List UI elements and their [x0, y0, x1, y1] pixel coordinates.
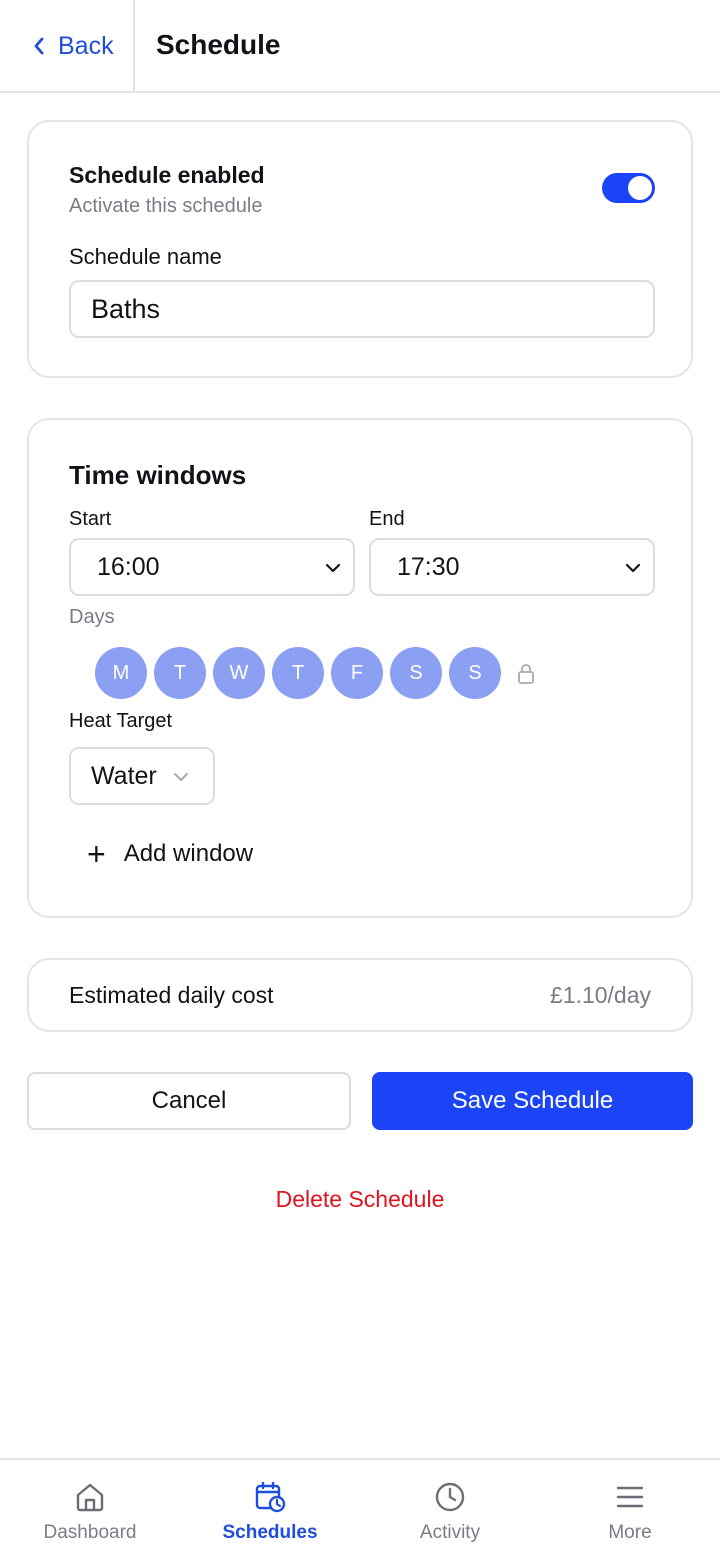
page-title: Schedule: [156, 29, 281, 60]
cost-value: £1.10/day: [549, 982, 651, 1008]
home-icon: [76, 1483, 104, 1512]
menu-icon: [616, 1486, 644, 1508]
back-label: Back: [58, 31, 114, 60]
schedule-enabled-title: Schedule enabled: [69, 162, 265, 188]
start-label: Start: [69, 508, 112, 530]
day-chip-tuesday[interactable]: T: [154, 647, 206, 699]
calendar-clock-icon: [255, 1481, 286, 1513]
delete-schedule-button[interactable]: Delete Schedule: [0, 1186, 720, 1213]
schedule-name-label: Schedule name: [69, 244, 222, 269]
save-schedule-button[interactable]: Save Schedule: [372, 1072, 693, 1130]
nav-label-dashboard: Dashboard: [43, 1522, 137, 1543]
start-time-value: 16:00: [97, 552, 160, 581]
schedule-settings-card: Schedule enabled Activate this schedule …: [27, 120, 693, 378]
time-windows-card: Time windows Start End 16:00 17:30 Days …: [27, 418, 693, 918]
nav-label-schedules: Schedules: [222, 1522, 318, 1543]
day-chip-saturday[interactable]: S: [390, 647, 442, 699]
days-selector: M T W T F S S: [95, 647, 536, 699]
chevron-down-icon: [174, 773, 188, 781]
schedule-name-input[interactable]: [69, 280, 655, 338]
chevron-left-icon: [34, 37, 44, 55]
end-label: End: [369, 508, 405, 530]
time-windows-title: Time windows: [69, 460, 247, 490]
chevron-down-icon: [325, 563, 341, 573]
day-chip-monday[interactable]: M: [95, 647, 147, 699]
nav-item-more[interactable]: More: [540, 1460, 720, 1564]
end-time-select[interactable]: 17:30: [369, 538, 655, 596]
heat-target-select[interactable]: Water: [69, 747, 215, 805]
day-chip-thursday[interactable]: T: [272, 647, 324, 699]
plus-icon: +: [87, 836, 106, 872]
start-time-select[interactable]: 16:00: [69, 538, 355, 596]
heat-target-label: Heat Target: [69, 710, 173, 732]
toggle-knob: [628, 176, 652, 200]
cost-label: Estimated daily cost: [69, 982, 274, 1008]
day-chip-friday[interactable]: F: [331, 647, 383, 699]
bottom-nav: Dashboard Schedules Activity More: [0, 1458, 720, 1564]
nav-item-activity[interactable]: Activity: [360, 1460, 540, 1564]
app-header: Back Schedule: [0, 0, 720, 93]
heat-target-value: Water: [91, 761, 157, 790]
day-chip-wednesday[interactable]: W: [213, 647, 265, 699]
schedule-enabled-toggle[interactable]: [602, 173, 655, 203]
add-window-label: Add window: [123, 840, 254, 867]
add-window-button[interactable]: + Add window: [87, 834, 253, 874]
day-chip-sunday[interactable]: S: [449, 647, 501, 699]
end-time-value: 17:30: [397, 552, 460, 581]
nav-item-schedules[interactable]: Schedules: [180, 1460, 360, 1564]
cancel-button[interactable]: Cancel: [27, 1072, 351, 1130]
days-label: Days: [69, 606, 115, 628]
cost-card: Estimated daily cost £1.10/day: [27, 958, 693, 1032]
clock-icon: [435, 1482, 465, 1512]
nav-label-activity: Activity: [419, 1522, 481, 1543]
back-button[interactable]: Back: [0, 0, 135, 92]
chevron-down-icon: [625, 563, 641, 573]
nav-label-more: More: [608, 1522, 652, 1543]
lock-icon: [518, 664, 534, 684]
nav-item-dashboard[interactable]: Dashboard: [0, 1460, 180, 1564]
schedule-enabled-subtitle: Activate this schedule: [69, 195, 263, 217]
